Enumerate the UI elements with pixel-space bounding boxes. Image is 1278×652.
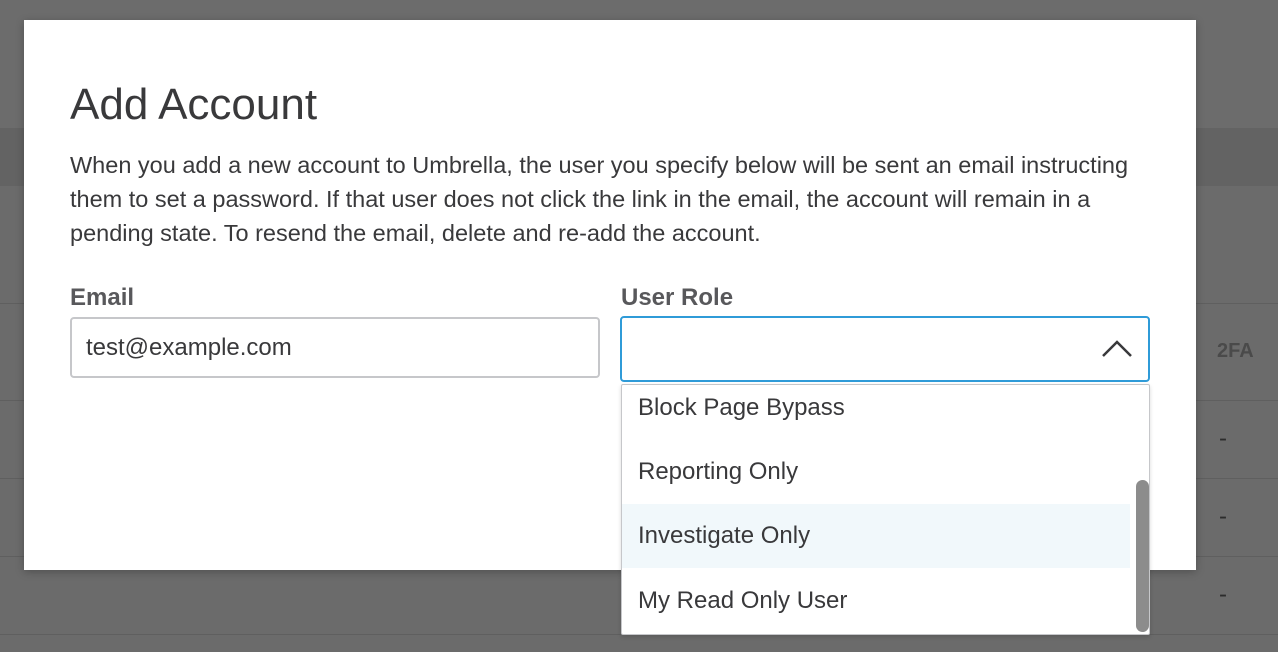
dropdown-option-reporting-only[interactable]: Reporting Only xyxy=(622,440,1130,504)
user-role-dropdown: Block Page Bypass Reporting Only Investi… xyxy=(621,384,1150,635)
chevron-up-icon[interactable] xyxy=(1100,336,1134,360)
dropdown-option-block-page-bypass[interactable]: Block Page Bypass xyxy=(622,385,1130,440)
dropdown-option-investigate-only[interactable]: Investigate Only xyxy=(622,504,1130,568)
column-header-2fa: 2FA xyxy=(1217,340,1254,362)
dropdown-scrollbar[interactable] xyxy=(1129,385,1149,634)
user-role-label: User Role xyxy=(621,284,734,311)
table-cell-2fa-value: - xyxy=(1219,581,1227,608)
dropdown-option-my-read-only-user[interactable]: My Read Only User xyxy=(622,569,1130,633)
user-role-select[interactable] xyxy=(620,316,1150,382)
modal-description: When you add a new account to Umbrella, … xyxy=(70,152,1129,246)
email-label: Email xyxy=(70,284,135,311)
modal-title: Add Account xyxy=(70,80,318,129)
table-cell-2fa-value: - xyxy=(1219,503,1227,530)
dropdown-scrollbar-thumb[interactable] xyxy=(1136,480,1149,632)
table-cell-2fa-value: - xyxy=(1219,425,1227,452)
email-field[interactable] xyxy=(70,317,600,378)
